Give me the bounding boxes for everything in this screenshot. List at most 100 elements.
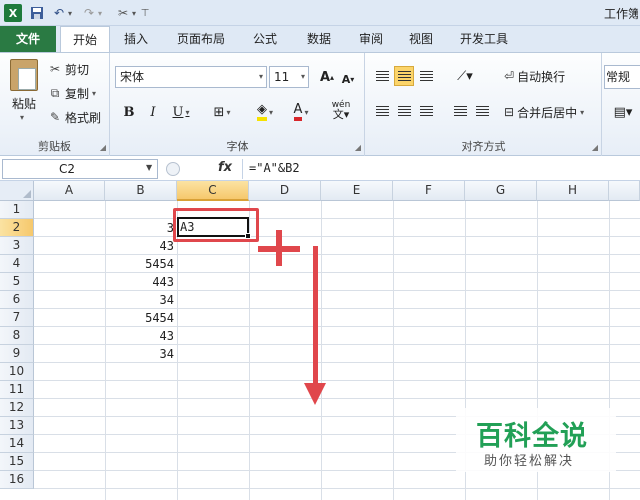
row-header[interactable]: 7: [0, 309, 34, 327]
row-header[interactable]: 5: [0, 273, 34, 291]
select-all-corner[interactable]: [0, 181, 34, 201]
tab-insert[interactable]: 插入: [114, 26, 158, 52]
cell-b4[interactable]: 5454: [105, 255, 177, 273]
formula-bar-resize-handle[interactable]: [166, 162, 180, 176]
align-bottom-button[interactable]: [416, 66, 436, 86]
wrap-text-button[interactable]: ⏎ 自动换行: [504, 65, 565, 87]
font-color-button[interactable]: A ▾: [285, 101, 317, 123]
cut-button[interactable]: ✂ 剪切: [48, 59, 89, 79]
font-color-dropdown-icon: ▾: [304, 107, 309, 117]
increase-indent-button[interactable]: [472, 101, 492, 121]
cut-label: 剪切: [65, 62, 90, 77]
font-size-select[interactable]: 11 ▾: [269, 66, 309, 88]
column-header-c[interactable]: C: [177, 181, 249, 201]
cell-b3[interactable]: 43: [105, 237, 177, 255]
row-header[interactable]: 3: [0, 237, 34, 255]
column-header-h[interactable]: H: [537, 181, 609, 201]
insert-function-icon[interactable]: fx: [218, 160, 232, 175]
align-center-icon: [397, 106, 411, 116]
border-icon: ⊞: [213, 104, 225, 120]
name-box-dropdown-icon[interactable]: ▼: [146, 163, 152, 172]
column-header-a[interactable]: A: [34, 181, 105, 201]
save-icon[interactable]: [28, 4, 46, 22]
tab-file[interactable]: 文件: [0, 26, 56, 52]
italic-button[interactable]: I: [143, 101, 163, 123]
align-middle-button[interactable]: [394, 66, 414, 86]
font-name-select[interactable]: 宋体 ▾: [115, 66, 267, 88]
customize-quick-access-icon[interactable]: ⊤: [140, 4, 150, 22]
copy-icon: ⧉: [50, 85, 60, 100]
accounting-format-button[interactable]: ▤▾: [606, 101, 640, 123]
row-header[interactable]: 15: [0, 453, 34, 471]
name-box[interactable]: C2: [2, 159, 158, 179]
clipboard-launcher-icon[interactable]: ◢: [100, 143, 106, 152]
decrease-indent-button[interactable]: [450, 101, 470, 121]
tab-page-layout[interactable]: 页面布局: [170, 26, 232, 52]
paste-button[interactable]: 粘贴: [12, 95, 36, 112]
gridline: [177, 201, 178, 500]
alignment-launcher-icon[interactable]: ◢: [592, 143, 598, 152]
undo-dropdown-icon[interactable]: ▾: [66, 4, 74, 22]
row-header[interactable]: 14: [0, 435, 34, 453]
column-header-f[interactable]: F: [393, 181, 465, 201]
copy-dropdown-icon[interactable]: ▾: [92, 89, 96, 98]
tab-review[interactable]: 审阅: [350, 26, 392, 52]
clipboard-group-label: 剪贴板: [38, 140, 71, 153]
row-header[interactable]: 12: [0, 399, 34, 417]
row-header[interactable]: 2: [0, 219, 34, 237]
column-header-g[interactable]: G: [465, 181, 537, 201]
cell-b8[interactable]: 43: [105, 327, 177, 345]
paste-dropdown-icon[interactable]: ▾: [20, 113, 24, 122]
column-header-d[interactable]: D: [249, 181, 321, 201]
align-center-button[interactable]: [394, 101, 414, 121]
tab-developer[interactable]: 开发工具: [452, 26, 516, 52]
align-top-button[interactable]: [372, 66, 392, 86]
alignment-group: ⟋▾ ⏎ 自动换行 ⊟ 合并后居中 ▾ 对齐方式 ◢: [366, 53, 602, 156]
cell-b6[interactable]: 34: [105, 291, 177, 309]
underline-button[interactable]: U ▾: [167, 101, 195, 123]
row-header[interactable]: 1: [0, 201, 34, 219]
grow-font-button[interactable]: A ▴: [317, 66, 337, 88]
paste-icon[interactable]: [10, 59, 38, 91]
tab-home[interactable]: 开始: [60, 26, 110, 53]
row-header[interactable]: 11: [0, 381, 34, 399]
cell-b7[interactable]: 5454: [105, 309, 177, 327]
accounting-icon: ▤▾: [613, 104, 633, 120]
redo-dropdown-icon[interactable]: ▾: [96, 4, 104, 22]
phonetic-button[interactable]: wén 文▾: [325, 99, 357, 121]
border-button[interactable]: ⊞ ▾: [207, 101, 237, 123]
row-header[interactable]: 9: [0, 345, 34, 363]
alignment-group-label: 对齐方式: [461, 140, 506, 153]
cell-b2[interactable]: 3: [105, 219, 177, 237]
fill-color-button[interactable]: ◈ ▾: [249, 101, 281, 123]
cell-b5[interactable]: 443: [105, 273, 177, 291]
decrease-indent-icon: [453, 106, 467, 116]
row-header[interactable]: 16: [0, 471, 34, 489]
row-header[interactable]: 4: [0, 255, 34, 273]
merge-center-button[interactable]: ⊟ 合并后居中 ▾: [504, 101, 584, 123]
tab-formulas[interactable]: 公式: [244, 26, 286, 52]
tab-data[interactable]: 数据: [298, 26, 340, 52]
format-painter-button[interactable]: ✎ 格式刷: [48, 107, 101, 127]
column-header-e[interactable]: E: [321, 181, 393, 201]
orientation-button[interactable]: ⟋▾: [450, 66, 480, 86]
bold-button[interactable]: B: [119, 101, 139, 123]
column-header-b[interactable]: B: [105, 181, 177, 201]
formula-input[interactable]: ="A"&B2: [242, 159, 638, 179]
row-header[interactable]: 13: [0, 417, 34, 435]
shrink-font-button[interactable]: A ▾: [339, 68, 357, 90]
row-header[interactable]: 8: [0, 327, 34, 345]
column-header-i[interactable]: [609, 181, 640, 201]
underline-dropdown-icon: ▾: [185, 107, 190, 117]
row-header[interactable]: 6: [0, 291, 34, 309]
align-right-button[interactable]: [416, 101, 436, 121]
tools-dropdown-icon[interactable]: ▾: [130, 4, 138, 22]
row-header[interactable]: 10: [0, 363, 34, 381]
font-launcher-icon[interactable]: ◢: [355, 143, 361, 152]
align-left-button[interactable]: [372, 101, 392, 121]
copy-button[interactable]: ⧉ 复制 ▾: [48, 83, 96, 103]
merge-center-label: 合并后居中: [517, 105, 578, 120]
cell-b9[interactable]: 34: [105, 345, 177, 363]
tab-view[interactable]: 视图: [400, 26, 442, 52]
font-name-value: 宋体: [120, 70, 145, 84]
